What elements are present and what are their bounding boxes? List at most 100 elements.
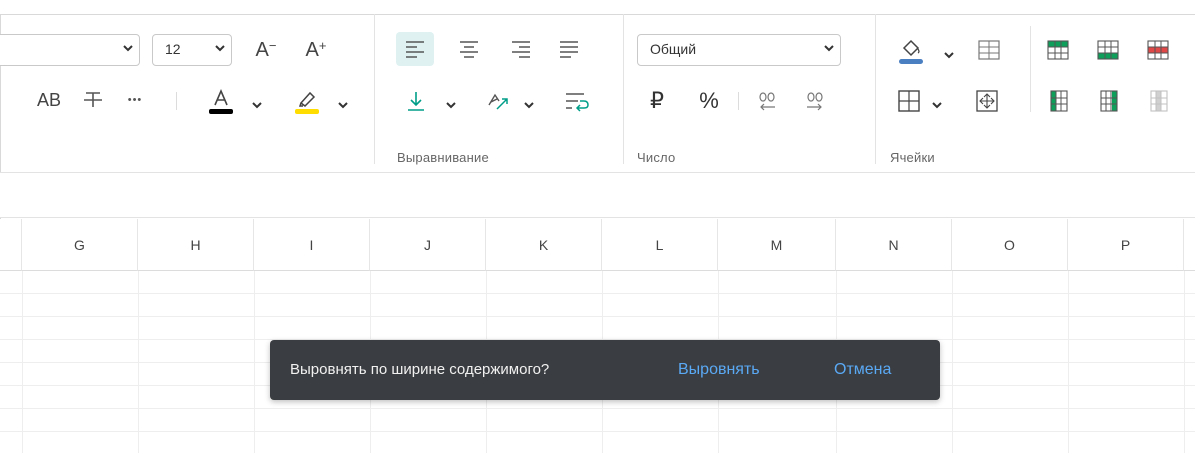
spreadsheet-grid[interactable]: G H I J K L M N O P: [0, 219, 1195, 453]
column-label: I: [309, 236, 314, 253]
column-label: H: [190, 236, 201, 253]
vertical-align-button[interactable]: [398, 84, 434, 118]
strikethrough-button[interactable]: [76, 84, 110, 116]
toast-message: Выровнять по ширине содержимого?: [290, 361, 550, 378]
align-bottom-icon: [408, 92, 424, 111]
cell-style-button[interactable]: [972, 34, 1006, 66]
chevron-down-icon[interactable]: [932, 100, 942, 110]
font-name-dropdown[interactable]: [0, 34, 140, 66]
row-gridline: [0, 431, 1195, 432]
column-label: K: [538, 236, 549, 253]
column-header-g[interactable]: G: [22, 219, 138, 271]
chevron-down-icon: [215, 45, 225, 52]
paint-bucket-icon: [899, 39, 923, 64]
uppercase-button[interactable]: AB: [30, 84, 68, 116]
column-label: M: [770, 236, 783, 253]
increase-font-button[interactable]: A +: [298, 34, 334, 66]
group-divider: [875, 14, 876, 164]
percent-format-button[interactable]: %: [692, 84, 726, 118]
merge-cells-button[interactable]: [970, 84, 1004, 118]
align-right-button[interactable]: [502, 32, 540, 66]
align-left-button[interactable]: [396, 32, 434, 66]
column-gridline: [1068, 271, 1069, 453]
column-gridline: [1184, 271, 1185, 453]
insert-column-icon: [1050, 90, 1068, 112]
insert-rows-above-button[interactable]: [1040, 34, 1076, 66]
column-gridline: [952, 271, 953, 453]
column-header-i[interactable]: I: [254, 219, 370, 271]
wrap-text-button[interactable]: [558, 84, 596, 118]
column-header-l[interactable]: L: [602, 219, 718, 271]
column-header-partial[interactable]: [1184, 219, 1195, 271]
insert-row-below-icon: [1097, 40, 1119, 60]
align-center-button[interactable]: [450, 32, 488, 66]
font-decrease-label: A: [255, 38, 269, 61]
strikethrough-icon: [84, 92, 102, 107]
column-header-p[interactable]: P: [1068, 219, 1184, 271]
font-color-icon: [209, 88, 233, 114]
more-font-options-button[interactable]: •••: [118, 84, 152, 116]
currency-format-button[interactable]: ₽: [642, 84, 672, 118]
chevron-down-icon[interactable]: [338, 100, 348, 110]
fill-color-button[interactable]: [890, 32, 932, 68]
chevron-down-icon[interactable]: [524, 100, 534, 110]
insert-rows-below-button[interactable]: [1090, 34, 1126, 66]
column-header-o[interactable]: O: [952, 219, 1068, 271]
highlighter-icon: [295, 91, 319, 114]
more-label: •••: [127, 94, 143, 106]
borders-button[interactable]: [892, 84, 926, 118]
borders-icon: [898, 90, 920, 112]
insert-columns-left-button[interactable]: [1044, 84, 1074, 118]
row-gridline: [0, 293, 1195, 294]
delete-columns-button[interactable]: [1144, 84, 1174, 118]
font-color-button[interactable]: [196, 84, 246, 118]
autofit-toast: Выровнять по ширине содержимого? Выровня…: [270, 340, 940, 400]
insert-column-right-icon: [1100, 90, 1118, 112]
table-grid-icon: [978, 40, 1000, 60]
row-gridline: [0, 316, 1195, 317]
column-header-n[interactable]: N: [836, 219, 952, 271]
font-increase-label: A: [305, 38, 319, 61]
align-left-icon: [406, 41, 424, 58]
column-gridline: [138, 271, 139, 453]
increase-decimal-button[interactable]: [798, 84, 832, 118]
plus-icon: +: [318, 37, 327, 53]
alignment-group-label: Выравнивание: [397, 150, 489, 165]
insert-columns-right-button[interactable]: [1094, 84, 1124, 118]
decrease-decimal-button[interactable]: [750, 84, 784, 118]
highlight-color-button[interactable]: [282, 84, 332, 118]
column-label: L: [655, 236, 664, 253]
align-justify-button[interactable]: [550, 32, 588, 66]
column-header-m[interactable]: M: [718, 219, 836, 271]
autofit-confirm-button[interactable]: Выровнять: [678, 361, 760, 379]
column-header-k[interactable]: K: [486, 219, 602, 271]
align-justify-icon: [560, 41, 578, 58]
chevron-down-icon: [123, 45, 133, 52]
column-gridline: [22, 271, 23, 453]
formula-bar[interactable]: [0, 172, 1195, 218]
row-gridline: [0, 408, 1195, 409]
decrease-font-button[interactable]: A −: [248, 34, 284, 66]
column-header-partial[interactable]: [0, 219, 22, 271]
number-format-dropdown[interactable]: Общий: [637, 34, 841, 66]
minus-icon: −: [268, 37, 277, 53]
percent-symbol: %: [699, 88, 719, 113]
divider: [176, 92, 177, 110]
delete-rows-button[interactable]: [1140, 34, 1176, 66]
font-size-dropdown[interactable]: 12: [152, 34, 232, 66]
autofit-cancel-button[interactable]: Отмена: [834, 361, 891, 379]
delete-row-icon: [1147, 40, 1169, 60]
text-orientation-button[interactable]: [478, 84, 518, 118]
column-gridline: [254, 271, 255, 453]
align-center-icon: [460, 41, 478, 58]
delete-column-icon: [1150, 90, 1168, 112]
column-header-h[interactable]: H: [138, 219, 254, 271]
group-divider: [374, 14, 375, 164]
merge-cells-icon: [976, 90, 998, 112]
chevron-down-icon[interactable]: [944, 50, 954, 60]
insert-row-icon: [1047, 40, 1069, 60]
increase-decimal-icon: [807, 92, 823, 111]
column-header-j[interactable]: J: [370, 219, 486, 271]
chevron-down-icon[interactable]: [252, 100, 262, 110]
chevron-down-icon[interactable]: [446, 100, 456, 110]
